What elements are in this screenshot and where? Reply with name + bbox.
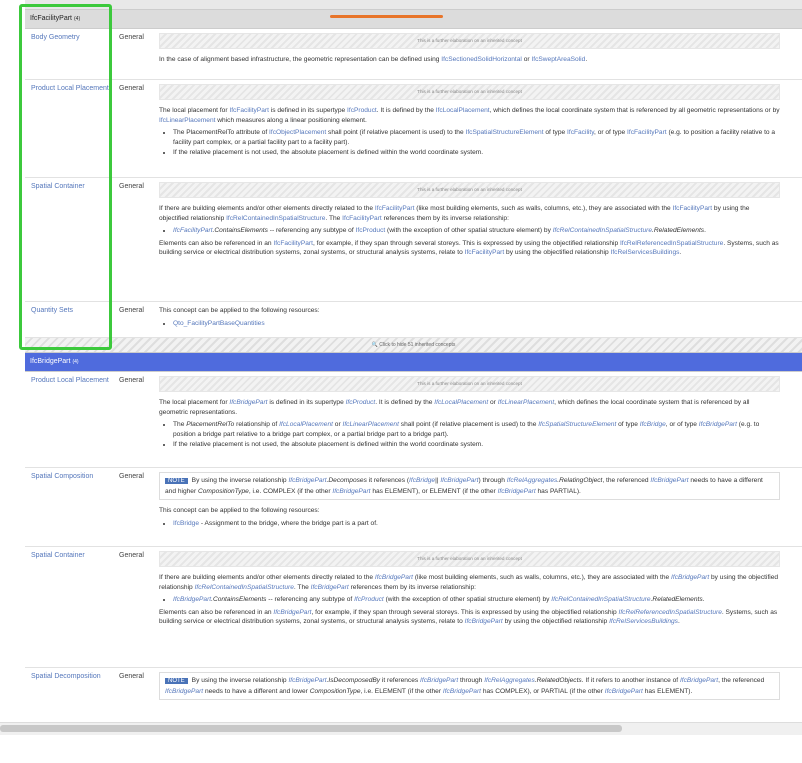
concept-type: General xyxy=(119,377,144,384)
concept-type: General xyxy=(119,473,144,480)
concept-bullets: Qto_FacilityPartBaseQuantities xyxy=(159,319,780,329)
concept-row-spatial-decomposition: Spatial Decomposition General NOTE By usi… xyxy=(25,668,802,722)
concept-type: General xyxy=(119,673,144,680)
concept-bullets: IfcFacilityPart.ContainsElements -- refe… xyxy=(159,226,780,236)
concept-bullets: The PlacementRelTo attribute of IfcObjec… xyxy=(159,128,780,158)
concept-type: General xyxy=(119,552,144,559)
horizontal-scrollbar[interactable] xyxy=(0,722,802,735)
section-header-ifcbridgepart: IfcBridgePart (4) xyxy=(25,353,802,372)
concept-link-spatial-composition[interactable]: Spatial Composition xyxy=(31,473,93,480)
concept-row-spatial-composition: Spatial Composition General NOTE By using… xyxy=(25,468,802,547)
concept-bullets: The PlacementRelTo relationship of IfcLo… xyxy=(159,420,780,450)
concept-row-spatial-container: Spatial Container General This is a furt… xyxy=(25,178,802,302)
concept-link-quantity-sets[interactable]: Quantity Sets xyxy=(31,307,73,314)
concept-link-product-local-placement[interactable]: Product Local Placement xyxy=(31,85,109,92)
note-box: NOTE By using the inverse relationship If… xyxy=(159,672,780,700)
inherited-banner: This is a further elaboration on an inhe… xyxy=(159,84,780,100)
concept-type: General xyxy=(119,307,144,314)
concept-description: The local placement for IfcBridgePart is… xyxy=(159,399,750,416)
concept-link-spatial-decomposition[interactable]: Spatial Decomposition xyxy=(31,673,101,680)
section-header-ifcfacilitypart: IfcFacilityPart (4) xyxy=(25,10,802,29)
note-tag: NOTE xyxy=(165,678,188,684)
concept-link-spatial-container[interactable]: Spatial Container xyxy=(31,552,85,559)
concept-description: If there are building elements and/or ot… xyxy=(159,205,750,222)
toggle-inherited-concepts[interactable]: 🔍 Click to hide 51 inherited concepts xyxy=(25,338,802,353)
note-box: NOTE By using the inverse relationship If… xyxy=(159,472,780,500)
resource-link-ifcbridge[interactable]: IfcBridge xyxy=(173,520,199,527)
concept-type: General xyxy=(119,85,144,92)
inherited-banner: This is a further elaboration on an inhe… xyxy=(159,33,780,49)
concept-type: General xyxy=(119,183,144,190)
concept-bullets: IfcBridgePart.ContainsElements -- refere… xyxy=(159,595,780,605)
orange-underline-annotation xyxy=(330,15,443,18)
section-count: (4) xyxy=(74,16,81,22)
concept-type: General xyxy=(119,34,144,41)
inherited-banner: This is a further elaboration on an inhe… xyxy=(159,182,780,198)
concept-description: In the case of alignment based infrastru… xyxy=(159,56,588,63)
concept-link-product-local-placement[interactable]: Product Local Placement xyxy=(31,377,109,384)
documentation-page: IfcFacilityPart (4) Body Geometry General… xyxy=(25,0,802,722)
concept-row-product-local-placement-bridge: Product Local Placement General This is … xyxy=(25,372,802,468)
concept-description: Elements can also be referenced in an If… xyxy=(159,239,779,257)
scrollbar-thumb[interactable] xyxy=(0,725,622,732)
section-title: IfcFacilityPart xyxy=(30,15,73,22)
concept-description: If there are building elements and/or ot… xyxy=(159,574,779,591)
section-count: (4) xyxy=(72,359,79,365)
concept-bullets: IfcBridge - Assignment to the bridge, wh… xyxy=(159,519,780,529)
inherited-banner: This is a further elaboration on an inhe… xyxy=(159,376,780,392)
concept-row-spatial-container-bridge: Spatial Container General This is a furt… xyxy=(25,547,802,668)
inherited-banner: This is a further elaboration on an inhe… xyxy=(159,551,780,567)
concept-description: This concept can be applied to the follo… xyxy=(159,307,320,314)
concept-description: The local placement for IfcFacilityPart … xyxy=(159,107,780,124)
concept-description: This concept can be applied to the follo… xyxy=(159,507,320,514)
concept-link-body-geometry[interactable]: Body Geometry xyxy=(31,34,80,41)
concept-row-body-geometry: Body Geometry General This is a further … xyxy=(25,29,802,80)
note-tag: NOTE xyxy=(165,478,188,484)
concept-row-product-local-placement: Product Local Placement General This is … xyxy=(25,80,802,178)
section-title: IfcBridgePart xyxy=(30,358,71,365)
resource-link-qto[interactable]: Qto_FacilityPartBaseQuantities xyxy=(173,320,265,327)
concept-description: Elements can also be referenced in an If… xyxy=(159,608,778,626)
toggle-label: 🔍 Click to hide 51 inherited concepts xyxy=(371,342,456,348)
concept-link-spatial-container[interactable]: Spatial Container xyxy=(31,183,85,190)
top-strip xyxy=(25,0,802,10)
concept-row-quantity-sets: Quantity Sets General This concept can b… xyxy=(25,302,802,338)
